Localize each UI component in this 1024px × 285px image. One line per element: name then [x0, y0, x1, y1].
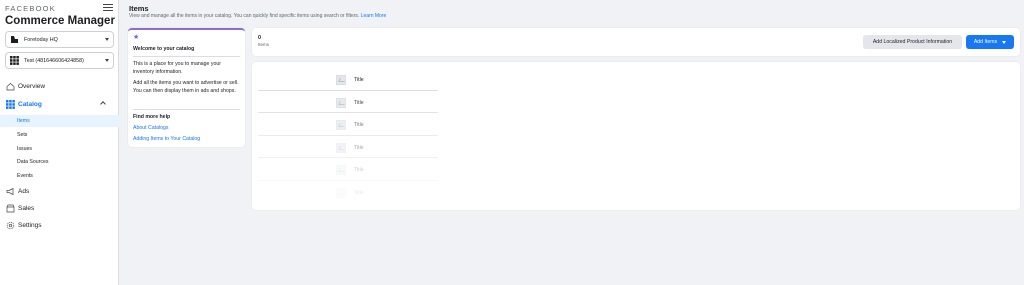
menu-icon[interactable] [103, 2, 113, 12]
catalog-name: Test (481646606424858) [24, 57, 84, 64]
star-icon: ★ [133, 34, 140, 41]
gear-icon [5, 221, 15, 231]
chevron-down-icon [105, 59, 109, 62]
about-catalogs-link[interactable]: About Catalogs [133, 125, 168, 131]
chevron-up-icon[interactable] [100, 101, 106, 107]
sub-nav-items[interactable]: Items [0, 115, 119, 127]
welcome-paragraph-1: This is a place for you to manage your i… [133, 61, 221, 75]
row-divider [258, 179, 438, 181]
nav-catalog[interactable]: Catalog [0, 97, 119, 112]
megaphone-icon [5, 187, 15, 197]
item-count-label: Items [258, 42, 270, 47]
facebook-wordmark: FACEBOOK [5, 4, 56, 13]
app-title: Commerce Manager [5, 15, 115, 27]
business-name: Foretoday HQ [24, 36, 58, 43]
shop-icon [5, 204, 15, 214]
divider [133, 109, 240, 110]
nav-ads[interactable]: Ads [0, 184, 119, 199]
business-logo-icon [10, 35, 19, 44]
chevron-down-icon [105, 38, 109, 41]
row-divider [258, 134, 438, 136]
item-title: Title [354, 99, 364, 106]
catalog-grid-icon [5, 100, 15, 110]
table-row[interactable]: Title [336, 97, 364, 109]
image-placeholder-icon [336, 120, 346, 130]
items-list: Title Title Title Title Title Title [252, 62, 1020, 210]
item-title: Title [354, 77, 364, 83]
adding-items-link[interactable]: Adding Items to Your Catalog [133, 136, 200, 142]
item-title: Title [354, 189, 364, 196]
item-title: Title [354, 144, 364, 151]
nav-sales[interactable]: Sales [0, 201, 119, 216]
image-placeholder-icon [336, 165, 346, 175]
home-icon [5, 82, 15, 92]
welcome-card: ★ Welcome to your catalog This is a plac… [128, 28, 245, 147]
grid-icon [10, 56, 19, 65]
chevron-down-icon [1002, 40, 1007, 44]
welcome-title: Welcome to your catalog [133, 46, 195, 52]
table-row[interactable]: Title [336, 187, 364, 199]
add-items-button[interactable]: Add Items [966, 35, 1014, 49]
sub-nav-sets[interactable]: Sets [0, 129, 119, 141]
nav-catalog-label: Catalog [18, 101, 42, 108]
table-row[interactable]: Title [336, 142, 364, 154]
add-items-label: Add Items [973, 39, 998, 45]
catalog-selector[interactable]: Test (481646606424858) [5, 52, 114, 69]
business-selector[interactable]: Foretoday HQ [5, 31, 114, 48]
welcome-paragraph-2: Add all the items you want to advertise … [133, 80, 239, 94]
nav-overview[interactable]: Overview [0, 79, 119, 94]
row-divider [258, 89, 438, 91]
items-summary-bar: 0 Items Add Localized Product Informatio… [252, 28, 1020, 56]
item-title: Title [354, 122, 364, 128]
table-row[interactable]: Title [336, 119, 364, 131]
image-placeholder-icon [336, 142, 346, 153]
nav-sales-label: Sales [18, 205, 35, 212]
help-title: Find more help [133, 114, 171, 120]
table-row[interactable]: Title [336, 74, 364, 86]
sub-nav-data-sources[interactable]: Data Sources [0, 156, 119, 168]
page-description: View and manage all the items in your ca… [129, 13, 386, 19]
page-description-text: View and manage all the items in your ca… [129, 13, 360, 19]
sub-nav-issues[interactable]: Issues [0, 143, 119, 155]
nav-settings-label: Settings [18, 222, 42, 229]
image-placeholder-icon [336, 187, 346, 198]
sub-nav-events[interactable]: Events [0, 170, 119, 182]
add-localized-info-button[interactable]: Add Localized Product Information [863, 35, 962, 49]
nav-settings[interactable]: Settings [0, 218, 119, 233]
item-count: 0 [258, 35, 262, 41]
image-placeholder-icon [336, 97, 346, 108]
nav-ads-label: Ads [18, 188, 30, 195]
row-divider [258, 112, 438, 113]
nav-overview-label: Overview [18, 83, 46, 90]
table-row[interactable]: Title [336, 164, 364, 176]
item-title: Title [354, 167, 364, 173]
image-placeholder-icon [336, 75, 346, 85]
sidebar: FACEBOOK Commerce Manager Foretoday HQ T… [0, 0, 119, 285]
divider [133, 56, 240, 57]
learn-more-link[interactable]: Learn More [361, 13, 387, 19]
row-divider [258, 157, 438, 158]
page-title: Items [129, 4, 149, 13]
